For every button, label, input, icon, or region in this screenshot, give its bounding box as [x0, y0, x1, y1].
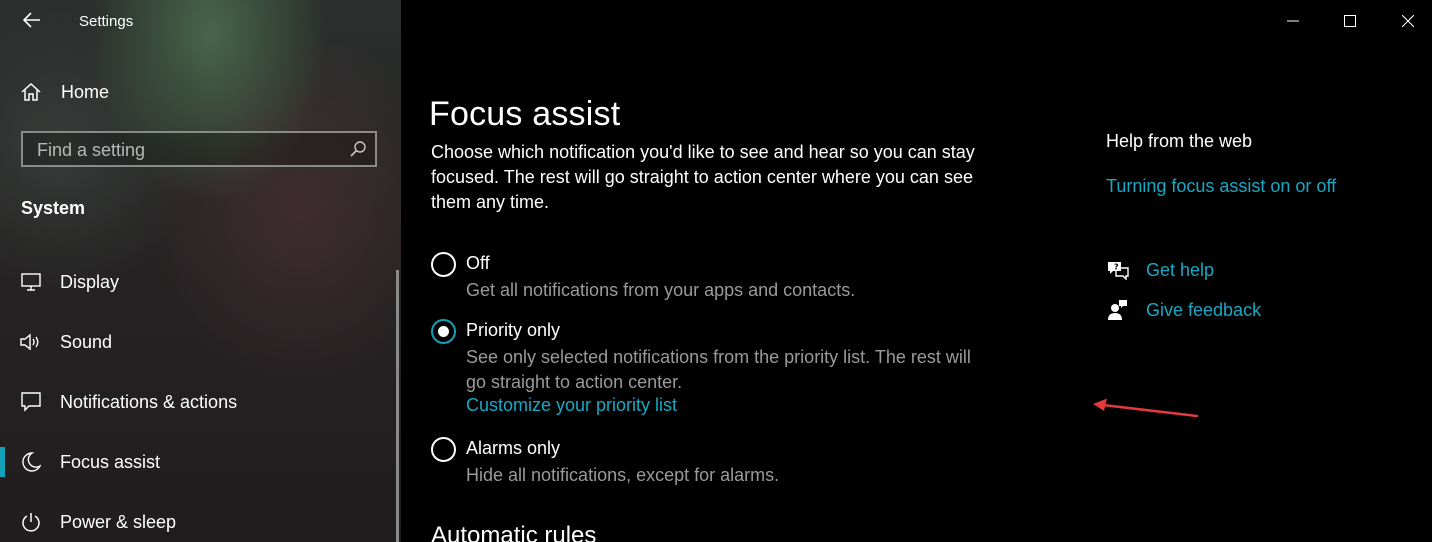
section-title: System — [21, 198, 86, 218]
power-icon — [20, 511, 42, 533]
give-feedback-label: Give feedback — [1146, 299, 1262, 320]
home-icon — [21, 82, 41, 101]
settings-window: Settings Home System Display — [0, 0, 1432, 542]
radio-priority-only[interactable] — [431, 319, 456, 344]
search-field[interactable] — [21, 131, 377, 167]
search-input[interactable] — [35, 133, 339, 167]
message-icon — [20, 391, 42, 413]
close-button[interactable] — [1385, 0, 1431, 42]
annotation-arrow-icon — [1093, 398, 1199, 418]
sidebar-item-focus-assist[interactable]: Focus assist — [0, 432, 395, 492]
maximize-icon — [1344, 15, 1356, 27]
speaker-icon — [20, 331, 42, 353]
main-content: Focus assist Choose which notification y… — [401, 0, 1432, 542]
sidebar-item-sound[interactable]: Sound — [0, 312, 395, 372]
chat-help-icon: ? — [1106, 258, 1130, 282]
help-title: Help from the web — [1106, 131, 1253, 151]
get-help-link[interactable]: ? Get help — [1106, 258, 1214, 282]
back-button[interactable] — [20, 8, 44, 32]
help-topic-link[interactable]: Turning focus assist on or off — [1106, 176, 1336, 197]
page-title: Focus assist — [429, 94, 621, 133]
page-description: Choose which notification you'd like to … — [431, 142, 975, 212]
sidebar-item-label: Display — [60, 271, 120, 292]
option-label: Alarms only — [466, 438, 561, 458]
sidebar-scrollbar[interactable] — [396, 270, 399, 542]
moon-icon — [20, 451, 42, 473]
sidebar-item-notifications[interactable]: Notifications & actions — [0, 372, 395, 432]
option-label: Off — [466, 253, 490, 273]
sidebar-nav: Display Sound Notifications & actions Fo… — [0, 252, 395, 542]
sidebar-item-label: Notifications & actions — [60, 391, 238, 412]
get-help-label: Get help — [1146, 259, 1215, 280]
sidebar-item-label: Power & sleep — [60, 511, 177, 532]
feedback-icon — [1106, 298, 1130, 322]
svg-text:?: ? — [1114, 263, 1119, 272]
back-arrow-icon — [23, 12, 40, 28]
close-icon — [1402, 15, 1414, 27]
monitor-icon — [20, 271, 42, 293]
give-feedback-link[interactable]: Give feedback — [1106, 298, 1261, 322]
sidebar-item-label: Sound — [60, 331, 113, 352]
sidebar-item-label: Focus assist — [60, 451, 161, 472]
sidebar: Settings Home System Display — [0, 0, 401, 542]
app-title: Settings — [79, 13, 134, 30]
radio-alarms-only[interactable] — [431, 437, 456, 462]
option-description: Get all notifications from your apps and… — [466, 280, 856, 300]
radio-off[interactable] — [431, 252, 456, 277]
option-label: Priority only — [466, 320, 561, 340]
minimize-button[interactable] — [1270, 0, 1316, 42]
minimize-icon — [1287, 20, 1299, 22]
sidebar-item-power-sleep[interactable]: Power & sleep — [0, 492, 395, 542]
maximize-button[interactable] — [1327, 0, 1373, 42]
option-description: Hide all notifications, except for alarm… — [466, 465, 780, 485]
automatic-rules-heading: Automatic rules — [431, 522, 597, 542]
sidebar-item-home[interactable]: Home — [20, 78, 109, 106]
sidebar-item-display[interactable]: Display — [0, 252, 395, 312]
search-icon — [350, 141, 366, 157]
option-description: See only selected notifications from the… — [466, 347, 971, 392]
customize-priority-list-link[interactable]: Customize your priority list — [466, 395, 677, 416]
sidebar-item-label: Home — [61, 81, 110, 102]
